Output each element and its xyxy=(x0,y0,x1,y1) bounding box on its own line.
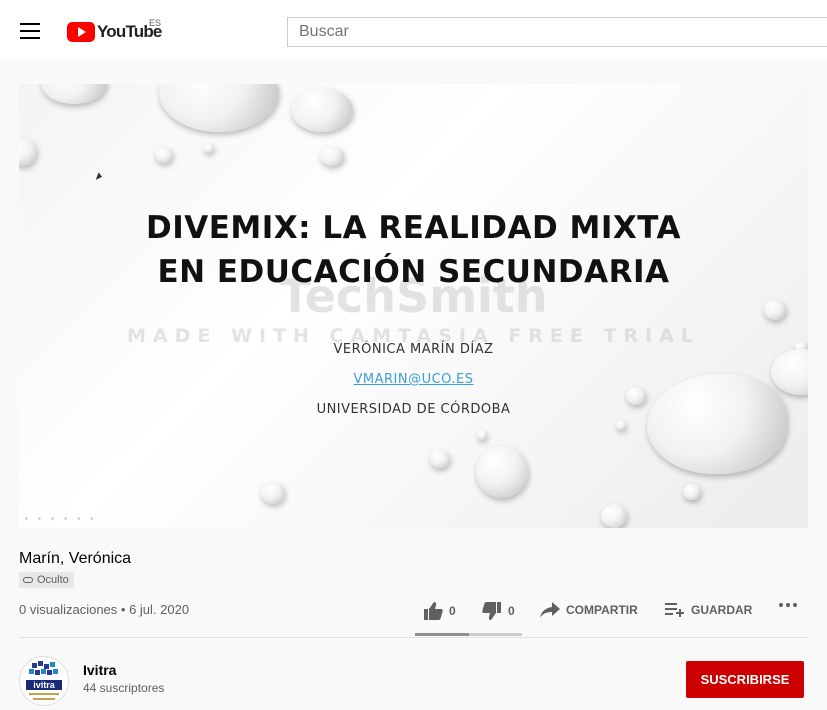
slide-author: VERÓNICA MARÍN DÍAZ xyxy=(333,342,494,357)
water-drop xyxy=(476,446,528,498)
slide-title-line2: EN EDUCACIÓN SECUNDARIA xyxy=(157,254,670,290)
youtube-logo[interactable]: YouTube ES xyxy=(67,18,162,44)
subscriber-count: 44 suscriptores xyxy=(83,681,165,695)
upload-date: 6 jul. 2020 xyxy=(129,602,190,617)
thumbs-up-icon xyxy=(424,602,443,620)
like-button[interactable]: 0 xyxy=(423,602,456,620)
playlist-add-icon xyxy=(665,603,684,617)
water-drop xyxy=(616,420,626,430)
channel-name[interactable]: Ivitra xyxy=(83,662,116,678)
water-drop xyxy=(155,147,173,163)
like-count: 0 xyxy=(449,604,456,618)
water-drop xyxy=(477,430,487,440)
sentiment-bar-fill xyxy=(415,633,469,636)
visibility-badge: Oculto xyxy=(19,572,74,588)
channel-avatar[interactable]: ivitra xyxy=(19,656,69,706)
more-horiz-icon xyxy=(779,603,797,607)
sentiment-bar xyxy=(415,633,522,636)
save-label: GUARDAR xyxy=(691,603,753,617)
share-label: COMPARTIR xyxy=(566,603,638,617)
slide-institution: UNIVERSIDAD DE CÓRDOBA xyxy=(316,402,511,417)
share-icon xyxy=(540,602,560,618)
dislike-count: 0 xyxy=(508,604,515,618)
water-drop xyxy=(647,374,787,474)
search-input[interactable] xyxy=(287,17,827,47)
video-meta: 0 visualizaciones • 6 jul. 2020 xyxy=(19,602,189,617)
subscribe-button[interactable]: SUSCRIBIRSE xyxy=(686,661,804,698)
more-actions-button[interactable] xyxy=(778,602,804,608)
water-drop xyxy=(41,84,107,104)
menu-icon[interactable] xyxy=(20,23,40,39)
divider xyxy=(19,637,808,638)
masthead: YouTube ES xyxy=(0,0,827,60)
region-code: ES xyxy=(149,18,162,28)
water-drop xyxy=(261,482,285,504)
slide-email-link[interactable]: VMARIN@UCO.ES xyxy=(354,372,474,387)
water-drop xyxy=(159,84,279,132)
player-controls-icon[interactable]: ▪ ▪ ▪ ▪ ▪ ▪ xyxy=(25,514,97,523)
share-button[interactable]: COMPARTIR xyxy=(540,602,638,618)
water-drop xyxy=(601,504,627,528)
video-player[interactable]: TechSmith DIVEMIX: LA REALIDAD MIXTA EN … xyxy=(19,84,808,528)
thumbs-down-icon xyxy=(482,602,501,620)
water-drop xyxy=(683,484,701,500)
slide-email-row: VMARIN@UCO.ES xyxy=(19,372,808,387)
water-drop xyxy=(291,88,353,132)
slide-title-line1: DIVEMIX: LA REALIDAD MIXTA xyxy=(145,210,682,246)
youtube-play-icon xyxy=(67,22,95,42)
link-icon xyxy=(23,577,33,583)
water-drop xyxy=(320,146,344,166)
video-title: Marín, Verónica xyxy=(19,550,132,567)
water-drop xyxy=(203,143,214,153)
mouse-cursor-icon xyxy=(95,172,104,182)
visibility-label: Oculto xyxy=(37,574,69,586)
save-button[interactable]: GUARDAR xyxy=(665,602,752,618)
ivitra-logo: ivitra xyxy=(26,661,62,700)
view-count: 0 visualizaciones xyxy=(19,602,118,617)
dislike-button[interactable]: 0 xyxy=(482,602,515,620)
water-drop xyxy=(430,450,450,468)
water-drop xyxy=(19,138,37,166)
svg-text:ivitra: ivitra xyxy=(33,680,56,690)
meta-separator: • xyxy=(117,602,130,617)
